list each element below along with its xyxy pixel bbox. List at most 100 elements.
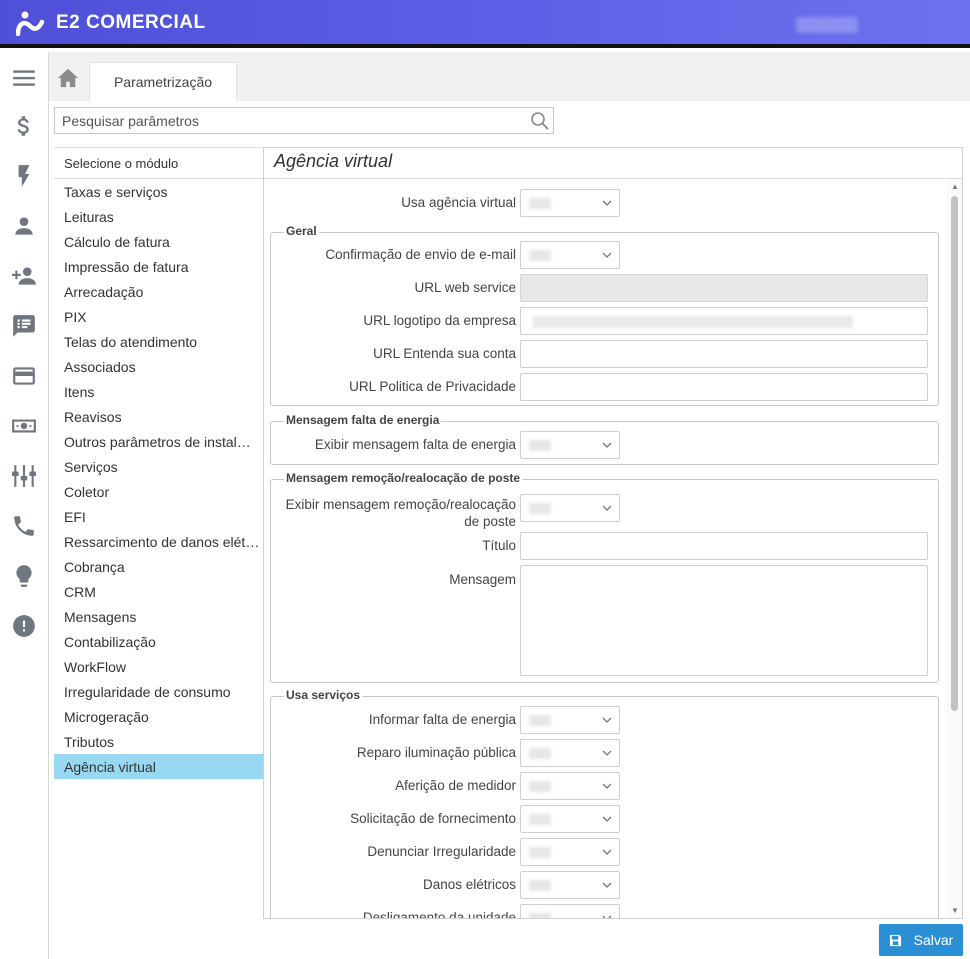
panel-title: Agência virtual [274,151,393,171]
save-button[interactable]: Salvar [879,924,963,956]
save-button-label: Salvar [913,932,954,948]
chevron-down-icon [602,915,612,918]
servico-select[interactable] [520,871,620,899]
field-label: Solicitação de fornecimento [350,811,516,826]
save-icon [889,934,901,946]
module-item[interactable]: Arrecadação [54,279,263,304]
chevron-down-icon [602,882,612,888]
phone-icon[interactable] [10,512,38,540]
module-list: Selecione o módulo Taxas e serviços Leit… [54,147,263,919]
app-header: E2 COMERCIAL [0,0,970,48]
search-input[interactable] [55,108,515,133]
row-servico: Solicitação de fornecimento [264,805,944,833]
field-label: Mensagem [449,572,516,587]
group-legend: Usa serviços [284,688,363,702]
titulo-field[interactable] [520,532,928,560]
user-name[interactable] [796,17,858,33]
module-item[interactable]: Coletor [54,479,263,504]
confirmacao-select[interactable] [520,241,620,269]
add-person-icon[interactable] [10,262,38,290]
mensagem-textarea[interactable] [520,565,928,676]
module-item[interactable]: EFI [54,504,263,529]
module-item[interactable]: Serviços [54,454,263,479]
row-servico: Desligamento da unidade [264,904,944,918]
group-legend: Mensagem falta de energia [284,413,442,427]
row-confirmacao: Confirmação de envio de e-mail [264,241,944,269]
menu-icon[interactable] [10,64,38,92]
servico-select[interactable] [520,706,620,734]
module-item[interactable]: WorkFlow [54,654,263,679]
scroll-down-icon[interactable]: ▼ [949,906,961,916]
row-titulo: Título [264,532,944,560]
exibir-falta-select[interactable] [520,431,620,459]
feedback-icon[interactable] [10,312,38,340]
row-servico: Danos elétricos [264,871,944,899]
search-icon[interactable] [530,111,550,131]
field-label: Usa agência virtual [401,195,516,210]
parameters-panel: Agência virtual Usa agência virtual Gera… [263,147,963,919]
module-item[interactable]: Cobrança [54,554,263,579]
module-item[interactable]: Taxas e serviços [54,179,263,204]
module-item[interactable]: PIX [54,304,263,329]
usa-agencia-select[interactable] [520,189,620,217]
module-item[interactable]: CRM [54,579,263,604]
module-item-active[interactable]: Agência virtual [54,754,263,779]
chevron-down-icon [602,252,612,258]
module-item[interactable]: Contabilização [54,629,263,654]
row-url-privacidade: URL Politica de Privacidade [264,373,944,401]
chevron-down-icon [602,816,612,822]
row-usa-agencia: Usa agência virtual [264,189,944,217]
credit-card-icon[interactable] [10,362,38,390]
search-box [54,107,554,134]
lightning-icon[interactable] [10,162,38,190]
module-item[interactable]: Itens [54,379,263,404]
field-label: Confirmação de envio de e-mail [325,247,516,262]
servico-select[interactable] [520,805,620,833]
person-icon[interactable] [10,212,38,240]
tab-parametrizacao[interactable]: Parametrização [89,62,237,101]
module-item[interactable]: Associados [54,354,263,379]
module-item[interactable]: Impressão de fatura [54,254,263,279]
module-item[interactable]: Ressarcimento de danos elét… [54,529,263,554]
field-label: URL Politica de Privacidade [349,379,516,394]
servico-select[interactable] [520,838,620,866]
module-item[interactable]: Cálculo de fatura [54,229,263,254]
vertical-scrollbar[interactable]: ▲ ▼ [947,179,962,918]
url-privacidade-field[interactable] [520,373,928,401]
servico-select[interactable] [520,772,620,800]
lightbulb-icon[interactable] [10,562,38,590]
logo-icon [16,11,45,36]
servico-select[interactable] [520,904,620,918]
url-webservice-field[interactable] [520,274,928,302]
scroll-thumb[interactable] [951,196,958,711]
home-icon[interactable] [57,68,79,88]
url-logo-field[interactable] [520,307,928,335]
servico-select[interactable] [520,739,620,767]
url-entenda-field[interactable] [520,340,928,368]
dollar-icon[interactable] [10,112,38,140]
equalizer-icon[interactable] [10,462,38,490]
app-title: E2 COMERCIAL [56,12,206,33]
row-exibir-falta: Exibir mensagem falta de energia [264,431,944,459]
field-label-line: Exibir mensagem remoção/realocação [285,497,516,512]
chevron-down-icon [602,717,612,723]
module-item[interactable]: Leituras [54,204,263,229]
module-item[interactable]: Outros parâmetros de instal… [54,429,263,454]
chevron-down-icon [602,505,612,511]
cash-icon[interactable] [10,412,38,440]
module-item[interactable]: Mensagens [54,604,263,629]
module-item[interactable]: Irregularidade de consumo [54,679,263,704]
app-logo[interactable]: E2 COMERCIAL [16,10,206,36]
alert-icon[interactable] [10,612,38,640]
chevron-down-icon [602,849,612,855]
row-servico: Informar falta de energia [264,706,944,734]
module-item[interactable]: Tributos [54,729,263,754]
scroll-up-icon[interactable]: ▲ [949,182,961,192]
module-item[interactable]: Telas do atendimento [54,329,263,354]
field-label: URL Entenda sua conta [373,346,516,361]
field-label: Denunciar Irregularidade [367,844,516,859]
module-item[interactable]: Microgeração [54,704,263,729]
module-item[interactable]: Reavisos [54,404,263,429]
exibir-remocao-select[interactable] [520,494,620,522]
group-legend: Geral [284,224,319,238]
